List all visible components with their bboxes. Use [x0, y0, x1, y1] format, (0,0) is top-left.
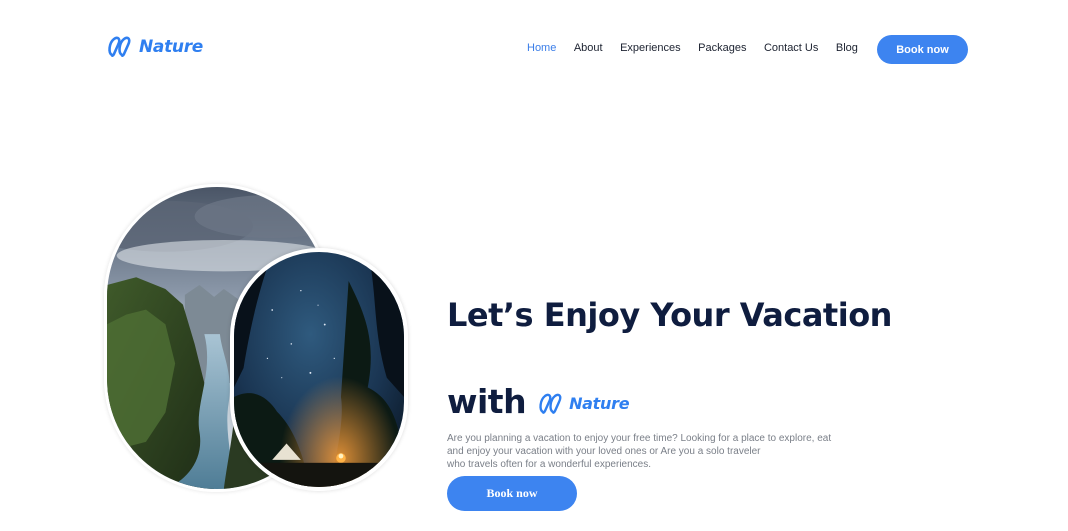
infinity-logo-icon — [539, 393, 562, 414]
nav-link-contact-us[interactable]: Contact Us — [764, 42, 818, 54]
hero-subheadline: with Nature — [447, 382, 630, 421]
hero-brand-name: Nature — [569, 394, 630, 413]
hero-description: Are you planning a vacation to enjoy you… — [447, 432, 887, 471]
hero-brand-logo: Nature — [538, 388, 630, 416]
nav-link-packages[interactable]: Packages — [698, 42, 746, 54]
infinity-logo-icon — [108, 36, 131, 57]
hero-headline: Let’s Enjoy Your Vacation — [447, 296, 892, 334]
nav-link-about[interactable]: About — [574, 42, 603, 54]
hero-description-line: who travels often for a wonderful experi… — [447, 459, 651, 470]
night-camping-photo — [230, 248, 408, 491]
hero-description-line: and enjoy your vacation with your loved … — [447, 446, 761, 457]
main-nav: Home About Experiences Packages Contact … — [527, 42, 875, 54]
header-book-now-button[interactable]: Book now — [877, 35, 968, 64]
nav-link-experiences[interactable]: Experiences — [620, 42, 681, 54]
hero-description-line: Are you planning a vacation to enjoy you… — [447, 433, 832, 444]
nav-link-home[interactable]: Home — [527, 42, 556, 54]
hero-with-word: with — [447, 382, 527, 421]
brand-logo[interactable]: Nature — [107, 35, 203, 59]
hero-book-now-button[interactable]: Book now — [447, 476, 577, 511]
brand-name: Nature — [139, 37, 204, 57]
nav-link-blog[interactable]: Blog — [836, 42, 858, 54]
